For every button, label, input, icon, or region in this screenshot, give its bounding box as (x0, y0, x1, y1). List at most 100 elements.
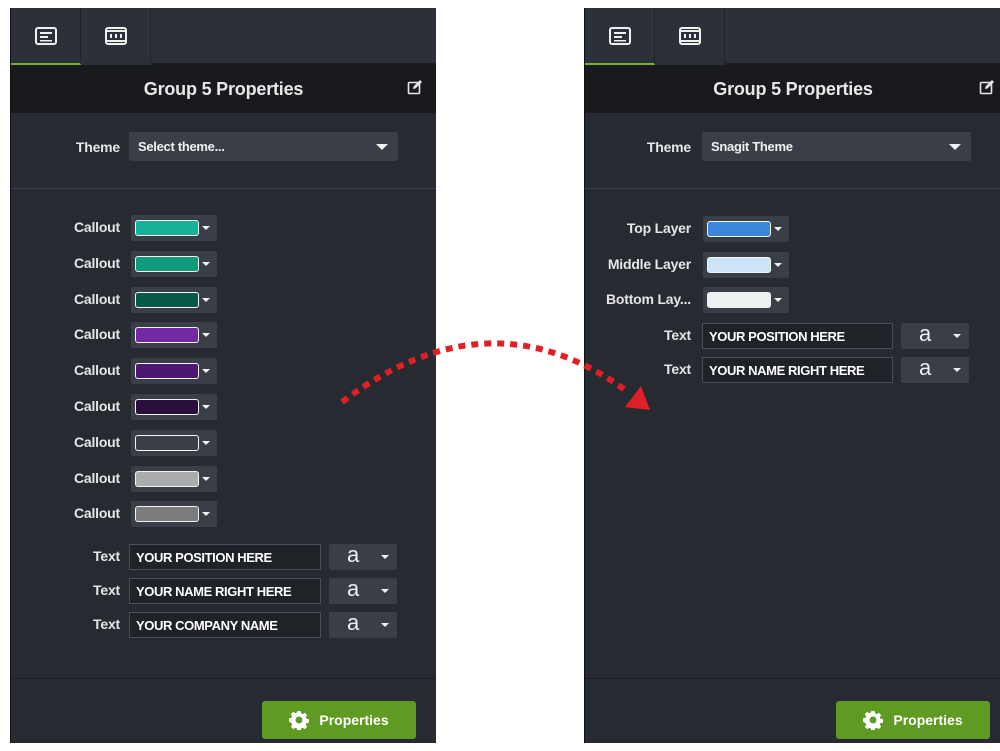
chevron-down-icon (774, 298, 782, 302)
text-field-value: YOUR POSITION HERE (709, 329, 845, 344)
font-style-dropdown[interactable]: a (901, 355, 969, 383)
font-style-dropdown[interactable]: a (329, 610, 397, 638)
color-row-label: Callout (73, 434, 120, 450)
color-swatch (135, 220, 199, 236)
color-swatch (135, 399, 199, 415)
theme-row: Theme Snagit Theme (585, 132, 1000, 164)
right-properties-panel: Group 5 Properties Theme Snagit Theme To… (584, 8, 1000, 743)
color-row: Callout (11, 287, 436, 313)
color-picker-button[interactable] (131, 322, 217, 348)
color-row: Callout (11, 358, 436, 384)
gear-icon (863, 711, 884, 730)
text-field-value: YOUR NAME RIGHT HERE (709, 363, 865, 378)
section-divider (585, 188, 1000, 189)
film-strip-icon (678, 26, 701, 45)
text-field[interactable]: YOUR POSITION HERE (702, 323, 893, 349)
text-row: Text YOUR NAME RIGHT HERE a (11, 576, 436, 604)
tab-bar-spacer (151, 8, 436, 65)
footer-divider (585, 678, 1000, 679)
color-swatch (135, 327, 199, 343)
text-row-label: Text (664, 361, 691, 377)
text-field-value: YOUR POSITION HERE (136, 550, 272, 565)
font-style-dropdown[interactable]: a (901, 321, 969, 349)
edit-pencil-icon[interactable] (979, 79, 995, 95)
properties-button[interactable]: Properties (262, 701, 416, 739)
tab-media[interactable] (655, 8, 725, 63)
color-picker-button[interactable] (131, 251, 217, 277)
chevron-down-icon (202, 477, 210, 481)
tab-properties[interactable] (585, 8, 655, 65)
section-divider (11, 188, 436, 189)
theme-select-value: Snagit Theme (711, 139, 793, 154)
color-picker-button[interactable] (703, 287, 789, 313)
theme-select[interactable]: Select theme... (129, 132, 398, 161)
chevron-down-icon (953, 368, 961, 372)
color-row: Callout (11, 215, 436, 241)
tab-bar (11, 8, 436, 65)
properties-button[interactable]: Properties (836, 701, 990, 739)
chevron-down-icon (202, 226, 210, 230)
color-row: Top Layer (585, 216, 1000, 242)
chevron-down-icon (949, 144, 961, 150)
color-picker-button[interactable] (131, 215, 217, 241)
panel-title: Group 5 Properties (143, 78, 304, 99)
color-row-label: Callout (73, 505, 120, 521)
text-field-value: YOUR NAME RIGHT HERE (136, 584, 292, 599)
color-row: Bottom Lay... (585, 287, 1000, 313)
color-swatch (135, 471, 199, 487)
color-row: Callout (11, 466, 436, 492)
theme-select-value: Select theme... (138, 139, 225, 154)
color-row-label: Callout (73, 362, 120, 378)
theme-select[interactable]: Snagit Theme (702, 132, 971, 161)
font-glyph: a (347, 610, 360, 635)
color-swatch (707, 292, 771, 308)
chevron-down-icon (381, 589, 389, 593)
tab-media[interactable] (81, 8, 151, 63)
text-field[interactable]: YOUR COMPANY NAME (129, 612, 321, 638)
chevron-down-icon (381, 623, 389, 627)
font-glyph: a (919, 321, 932, 346)
chevron-down-icon (202, 333, 210, 337)
chevron-down-icon (376, 144, 388, 150)
font-style-dropdown[interactable]: a (329, 576, 397, 604)
chevron-down-icon (202, 512, 210, 516)
left-properties-panel: Group 5 Properties Theme Select theme...… (10, 8, 436, 743)
properties-button-label: Properties (893, 712, 963, 728)
text-field[interactable]: YOUR POSITION HERE (129, 544, 321, 570)
panel-header: Group 5 Properties (585, 65, 1000, 113)
chevron-down-icon (202, 298, 210, 302)
color-picker-button[interactable] (131, 287, 217, 313)
text-field-value: YOUR COMPANY NAME (136, 618, 278, 633)
tab-properties[interactable] (11, 8, 81, 65)
text-row-label: Text (93, 548, 120, 564)
theme-label: Theme (75, 139, 120, 155)
color-row-label: Callout (73, 255, 120, 271)
font-glyph: a (919, 355, 932, 380)
color-picker-button[interactable] (131, 430, 217, 456)
text-row: Text YOUR NAME RIGHT HERE a (585, 355, 1000, 383)
color-picker-button[interactable] (131, 394, 217, 420)
color-row-label: Callout (73, 398, 120, 414)
footer-divider (11, 678, 436, 679)
text-row-label: Text (93, 582, 120, 598)
properties-panel-icon (608, 26, 631, 45)
color-row: Middle Layer (585, 252, 1000, 278)
text-field[interactable]: YOUR NAME RIGHT HERE (702, 357, 893, 383)
color-picker-button[interactable] (703, 252, 789, 278)
color-swatch (135, 435, 199, 451)
color-picker-button[interactable] (131, 466, 217, 492)
color-row: Callout (11, 251, 436, 277)
chevron-down-icon (774, 227, 782, 231)
color-swatch (135, 292, 199, 308)
color-row-label: Top Layer (626, 220, 691, 236)
edit-pencil-icon[interactable] (407, 79, 423, 95)
font-style-dropdown[interactable]: a (329, 542, 397, 570)
color-picker-button[interactable] (131, 358, 217, 384)
theme-label: Theme (646, 139, 691, 155)
color-picker-button[interactable] (131, 501, 217, 527)
text-field[interactable]: YOUR NAME RIGHT HERE (129, 578, 321, 604)
tab-bar-spacer (725, 8, 1000, 65)
tab-bar (585, 8, 1000, 65)
color-swatch (135, 256, 199, 272)
color-picker-button[interactable] (703, 216, 789, 242)
